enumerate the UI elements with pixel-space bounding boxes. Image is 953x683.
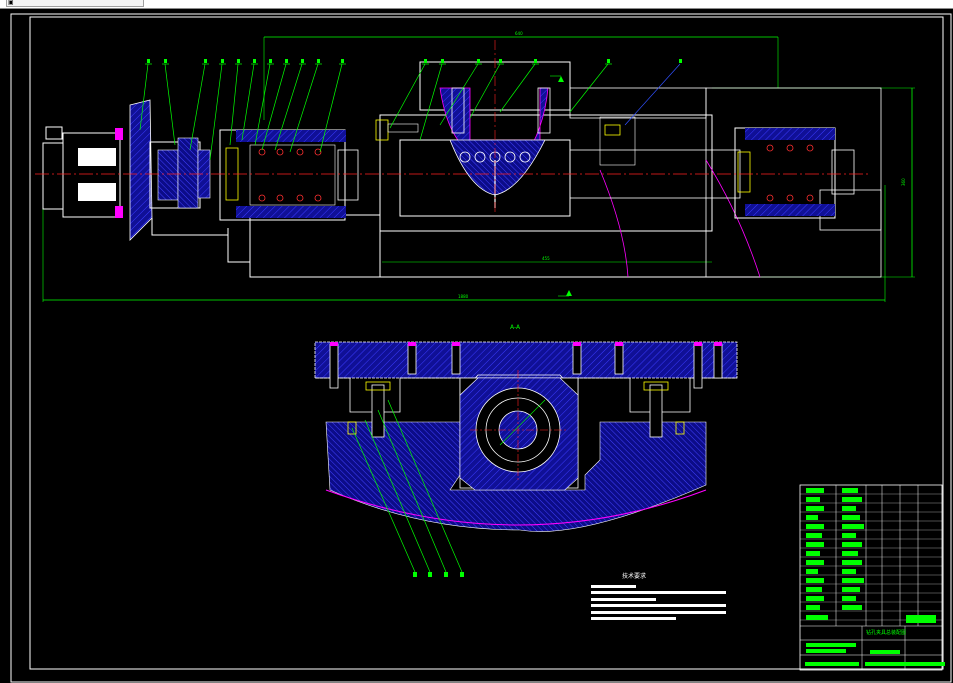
drawing-file-icon: ▣ [8,0,14,6]
overall-length-text: 1880 [458,294,469,299]
part-balloons-top [139,63,681,161]
technical-notes: 技术要求 [591,572,726,620]
right-height-text: 360 [901,178,906,186]
document-tab-strip: ▣ [0,0,953,9]
section-arrows [550,75,572,297]
center-length-text: 455 [542,256,550,261]
notes-title: 技术要求 [622,572,646,580]
drawing-tab[interactable]: ▣ [6,0,144,7]
section-view-aa [314,341,738,577]
title-block-drawing-name: 钻孔夹具总装配图 [866,629,906,636]
top-dimension-text: 640 [515,31,523,36]
cad-drawing-canvas[interactable]: 640 1880 360 455 A-A 技术要求 钻孔夹具总装配图 [0,9,953,683]
title-block: 钻孔夹具总装配图 [799,484,945,671]
assembly-top-view: 640 1880 360 455 [35,31,915,302]
section-label: A-A [510,324,521,331]
